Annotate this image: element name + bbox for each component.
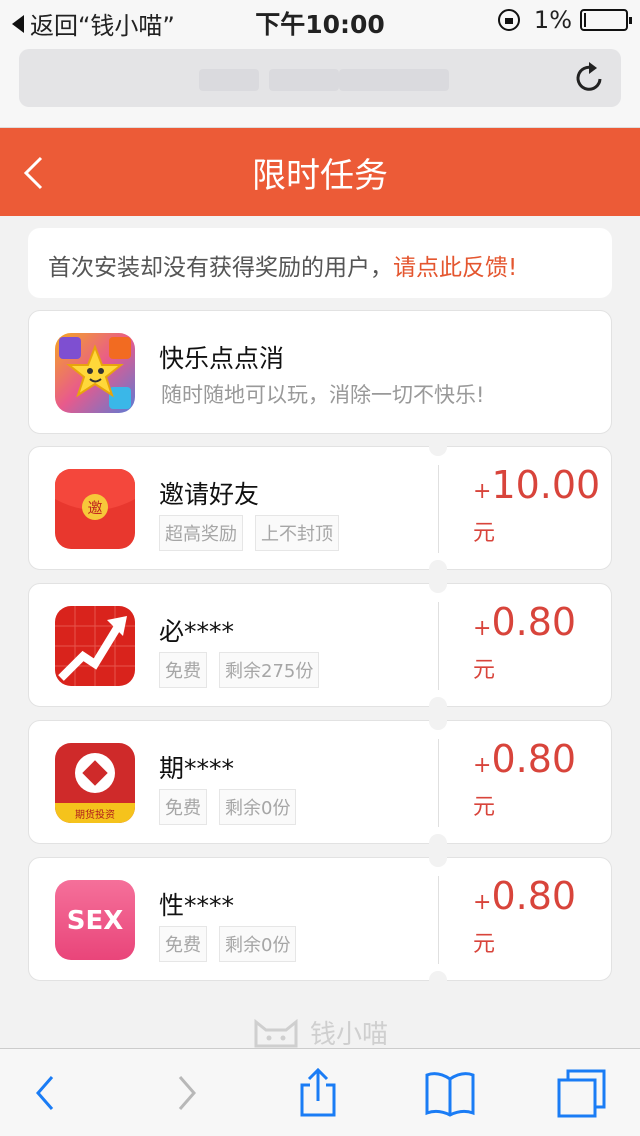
ticket-notch [429,697,447,707]
task-title: 邀请好友 [159,480,260,509]
task-tag: 剩余0份 [219,789,297,825]
share-icon[interactable] [292,1067,344,1119]
task-title: 性**** [159,891,235,920]
blurred-url-part [269,69,339,91]
featured-app-card[interactable]: 快乐点点消 随时随地可以玩，消除一切不快乐! [28,310,612,434]
game-app-icon [55,333,135,413]
bookmarks-icon[interactable] [424,1067,476,1119]
sex-icon-text: SEX [67,906,124,936]
dashed-divider [438,602,439,690]
featured-app-title: 快乐点点消 [159,344,285,373]
reward-amount: +10.00 元 [473,463,601,546]
ticket-notch [429,583,447,593]
task-card-invite[interactable]: 邀 邀请好友 超高奖励 上不封顶 +10.00 元 [28,446,612,570]
task-title: 期**** [159,754,235,783]
stock-chart-app-icon [55,606,135,686]
task-tag: 免费 [159,789,207,825]
page-title: 限时任务 [252,156,388,196]
forward-arrow-icon[interactable] [158,1067,210,1119]
reward-unit: 元 [473,932,496,957]
reward-amount: +0.80 元 [473,874,577,957]
task-tag: 免费 [159,652,207,688]
task-card[interactable]: 期货投资 期**** 免费 剩余0份 +0.80 元 [28,720,612,844]
pink-app-icon: SEX [55,880,135,960]
reload-icon[interactable] [573,61,607,95]
url-bar[interactable] [19,49,621,107]
reward-amount: +0.80 元 [473,737,577,820]
ticket-notch [429,971,447,981]
futures-icon-caption: 期货投资 [75,808,115,821]
feedback-notice: 首次安装却没有获得奖励的用户，请点此反馈! [28,228,612,298]
reward-unit: 元 [473,658,496,683]
tabs-icon[interactable] [556,1067,608,1119]
notice-text: 首次安装却没有获得奖励的用户， [48,255,393,281]
status-indicators: 1% [497,6,632,34]
brand-name: 钱小喵 [309,1020,388,1050]
envelope-char: 邀 [87,499,102,517]
blurred-url-part [339,69,449,91]
feedback-link[interactable]: 请点此反馈! [393,255,517,281]
task-card[interactable]: SEX 性**** 免费 剩余0份 +0.80 元 [28,857,612,981]
task-tag: 免费 [159,926,207,962]
status-bar: 返回“钱小喵” 下午10:00 1% [0,0,640,40]
brand-watermark: 钱小喵 [0,1014,640,1051]
rotation-lock-icon [497,9,520,31]
ticket-notch [429,446,447,456]
back-arrow-icon[interactable] [22,1067,74,1119]
app-header: 限时任务 [0,128,640,216]
reward-unit: 元 [473,521,496,546]
reward-unit: 元 [473,795,496,820]
ticket-notch [429,720,447,730]
dashed-divider [438,876,439,964]
futures-app-icon: 期货投资 [55,743,135,823]
task-tags: 免费 剩余275份 [159,652,331,688]
blurred-url-part [199,69,259,91]
cat-logo-icon [254,1018,298,1047]
task-tag: 上不封顶 [255,515,339,551]
task-tag: 剩余0份 [219,926,297,962]
task-tags: 免费 剩余0份 [159,789,308,825]
battery-percent: 1% [533,6,572,34]
task-tags: 超高奖励 上不封顶 [159,515,351,551]
featured-app-subtitle: 随时随地可以玩，消除一切不快乐! [161,383,485,407]
battery-icon [580,9,632,31]
task-card[interactable]: 必**** 免费 剩余275份 +0.80 元 [28,583,612,707]
browser-toolbar [0,1048,640,1136]
ticket-notch [429,857,447,867]
browser-top-bar [0,40,640,128]
ticket-notch [429,834,447,844]
ticket-notch [429,560,447,570]
task-tags: 免费 剩余0份 [159,926,308,962]
task-tag: 超高奖励 [159,515,243,551]
task-tag: 剩余275份 [219,652,320,688]
dashed-divider [438,739,439,827]
dashed-divider [438,465,439,553]
task-title: 必**** [159,617,235,646]
red-envelope-icon: 邀 [55,469,135,549]
reward-amount: +0.80 元 [473,600,577,683]
